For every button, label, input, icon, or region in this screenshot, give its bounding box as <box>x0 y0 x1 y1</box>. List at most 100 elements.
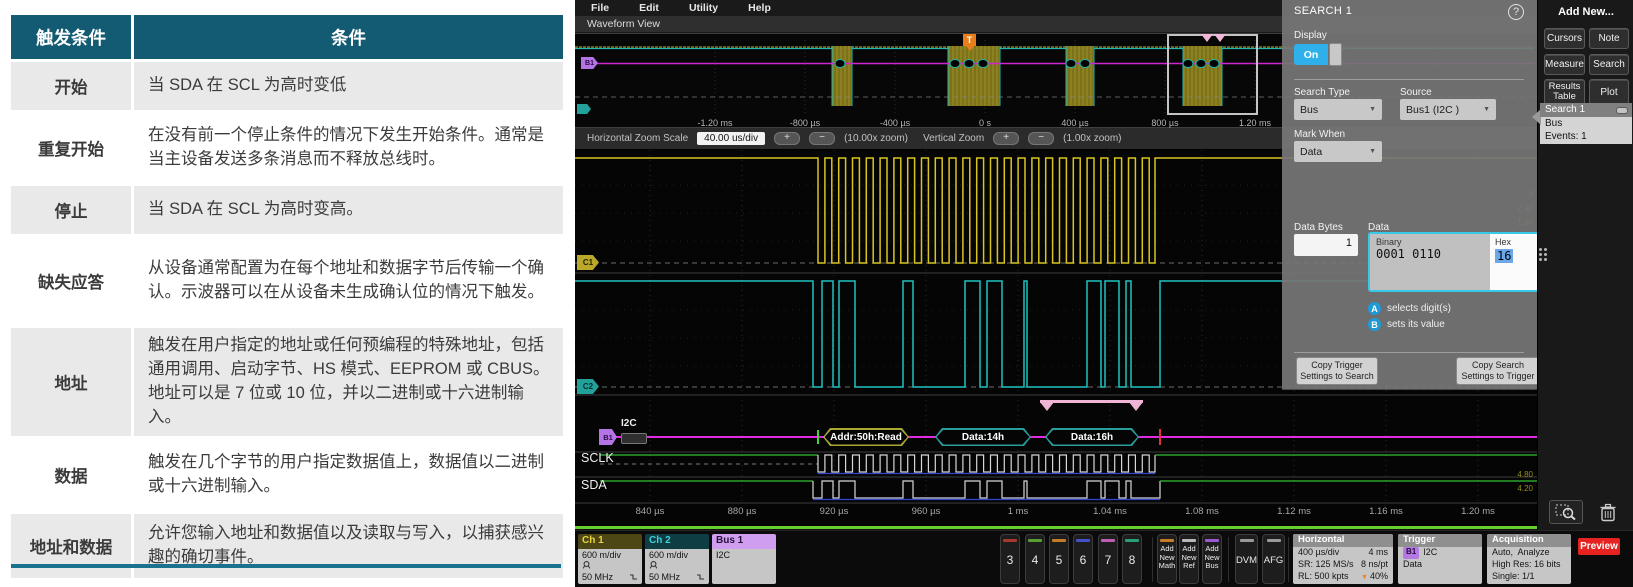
chevron-down-icon: ▼ <box>1369 148 1376 155</box>
search-mark-icon <box>1214 34 1226 42</box>
delete-button[interactable] <box>1594 500 1622 524</box>
time-axis-label: 1.16 ms <box>1369 506 1403 517</box>
add-new-ref-button[interactable]: Add New Ref <box>1179 534 1199 584</box>
v-zoom-plus-button[interactable]: + <box>993 132 1019 145</box>
add-new-math-button[interactable]: Add New Math <box>1157 534 1177 584</box>
search-type-dropdown[interactable]: Bus▼ <box>1294 99 1382 120</box>
channel4-button[interactable]: 4 <box>1025 534 1045 584</box>
dvm-button[interactable]: DVM <box>1235 534 1258 584</box>
search1-item-events: Events: 1 <box>1545 131 1627 144</box>
sda-label: SDA <box>581 478 607 492</box>
h-zoom-factor-text: (10.00x zoom) <box>844 133 908 144</box>
zoom-mode-button[interactable] <box>1549 500 1583 524</box>
hex-value-selected[interactable]: 16 <box>1495 249 1513 263</box>
add-plot-button[interactable]: Plot <box>1589 79 1629 105</box>
channel1-card-header: Ch 1 <box>578 534 642 549</box>
bus-type-label: I2C <box>621 418 637 429</box>
channel7-button[interactable]: 7 <box>1098 534 1118 584</box>
table-header-row: 触发条件 条件 <box>11 15 563 59</box>
bus1-card[interactable]: Bus 1 I2C <box>712 534 776 584</box>
trigger-settings-panel[interactable]: Trigger B1I2C Data <box>1398 534 1482 584</box>
display-label: Display <box>1294 30 1327 41</box>
add-note-button[interactable]: Note <box>1589 28 1629 49</box>
divider <box>1152 537 1153 582</box>
h-zoom-minus-button[interactable]: − <box>809 132 835 145</box>
channel2-card[interactable]: Ch 2 600 m/div 50 MHz <box>645 534 709 584</box>
overview-time-label: 1.20 ms <box>1239 118 1271 128</box>
oscilloscope-app: File Edit Utility Help Waveform View B1 … <box>575 0 1633 587</box>
data-bytes-label: Data Bytes <box>1294 222 1343 233</box>
horizontal-settings-panel[interactable]: Horizontal 400 µs/div4 ms SR: 125 MS/s8 … <box>1293 534 1393 584</box>
overview-time-label: -400 µs <box>880 118 910 128</box>
row-condition-name: 停止 <box>11 186 131 234</box>
channel6-button[interactable]: 6 <box>1073 534 1093 584</box>
copy-search-to-trigger-button[interactable]: Copy Search Settings to Trigger <box>1456 357 1540 385</box>
search-type-label: Search Type <box>1294 87 1350 98</box>
hex-section[interactable]: Hex 16 <box>1490 234 1538 290</box>
time-axis-label: 840 µs <box>636 506 665 517</box>
chevron-down-icon: ▼ <box>1483 106 1490 113</box>
channel2-bandwidth: 50 MHz <box>649 572 680 583</box>
zoom-window-box[interactable] <box>1167 34 1258 115</box>
search1-item-header: Search 1 <box>1540 103 1632 117</box>
channel5-button[interactable]: 5 <box>1049 534 1069 584</box>
afg-button[interactable]: AFG <box>1262 534 1285 584</box>
search1-list-item[interactable]: Search 1 Bus Events: 1 <box>1540 103 1632 144</box>
add-search-button[interactable]: Search <box>1589 54 1629 75</box>
menu-edit[interactable]: Edit <box>639 2 659 14</box>
channel3-button[interactable]: 3 <box>1000 534 1020 584</box>
panel-grip-icon[interactable] <box>1539 248 1547 261</box>
help-icon[interactable]: ? <box>1508 4 1524 20</box>
time-axis-label: 1.12 ms <box>1277 506 1311 517</box>
vertical-zoom-label: Vertical Zoom <box>923 133 984 144</box>
time-axis-label: 1.20 ms <box>1461 506 1495 517</box>
table-row: 缺失应答 从设备通常配置为在每个地址和数据字节后传输一个确认。示波器可以在从设备… <box>11 237 563 325</box>
table-row: 数据 触发在几个字节的用户指定数据值上，数据值以二进制或十六进制输入。 <box>11 439 563 511</box>
trash-icon <box>1599 503 1617 522</box>
table-row: 重复开始 在没有前一个停止条件的情况下发生开始条件。通常是当主设备发送多条消息而… <box>11 113 563 183</box>
hex-label: Hex <box>1495 237 1533 247</box>
search1-config-panel: SEARCH 1 ? Display On Search Type Bus▼ S… <box>1282 0 1538 390</box>
knob-b-icon: B <box>1368 318 1381 331</box>
acquisition-settings-panel[interactable]: Acquisition Auto, Analyze High Res: 16 b… <box>1487 534 1571 584</box>
h-zoom-plus-button[interactable]: + <box>774 132 800 145</box>
horizontal-panel-title: Horizontal <box>1293 534 1393 547</box>
overview-time-label: -1.20 ms <box>697 118 732 128</box>
header-condition: 条件 <box>134 15 563 59</box>
source-dropdown[interactable]: Bus1 (I2C )▼ <box>1400 99 1496 120</box>
copy-trigger-to-search-button[interactable]: Copy Trigger Settings to Search <box>1296 357 1378 385</box>
channel1-bandwidth: 50 MHz <box>582 572 613 583</box>
data-bytes-input[interactable]: 1 <box>1294 234 1358 256</box>
add-new-bus-button[interactable]: Add New Bus <box>1202 534 1222 584</box>
channel8-button[interactable]: 8 <box>1122 534 1142 584</box>
add-measure-button[interactable]: Measure <box>1544 54 1585 75</box>
mark-when-dropdown[interactable]: Data▼ <box>1294 141 1382 162</box>
bus-decode-data-box: Data:16h <box>1045 428 1139 446</box>
menu-file[interactable]: File <box>591 2 609 14</box>
row-condition-desc: 允许您输入地址和数据值以及读取与写入，以捕获感兴趣的确切事件。 <box>134 514 563 578</box>
channel1-card[interactable]: Ch 1 600 m/div 50 MHz <box>578 534 642 584</box>
trigger-marker-icon[interactable]: T <box>963 34 976 46</box>
v-zoom-minus-button[interactable]: − <box>1028 132 1054 145</box>
overview-time-label: 0 s <box>979 118 991 128</box>
overview-time-label: 400 µs <box>1061 118 1088 128</box>
zoom-scale-input[interactable]: 40.00 us/div <box>697 132 765 145</box>
item-toggle-icon[interactable] <box>1616 107 1628 114</box>
channel2-card-header: Ch 2 <box>645 534 709 549</box>
menu-utility[interactable]: Utility <box>689 2 718 14</box>
add-results-table-button[interactable]: Results Table <box>1544 79 1585 105</box>
trigger-conditions-table-pane: 触发条件 条件 开始 当 SDA 在 SCL 为高时变低 重复开始 在没有前一个… <box>0 0 575 587</box>
table-row: 停止 当 SDA 在 SCL 为高时变高。 <box>11 186 563 234</box>
menu-help[interactable]: Help <box>748 2 771 14</box>
data-value-editor[interactable]: Binary 0001 0110 Hex 16 <box>1368 232 1540 292</box>
add-cursors-button[interactable]: Cursors <box>1544 28 1585 49</box>
toggle-on-state: On <box>1294 44 1328 65</box>
tab-waveform-view[interactable]: Waveform View <box>575 18 660 30</box>
time-axis-label: 1.04 ms <box>1093 506 1127 517</box>
row-condition-name: 地址 <box>11 328 131 436</box>
bandwidth-icon <box>629 573 638 581</box>
preview-button[interactable]: Preview <box>1578 538 1620 555</box>
knob-b-hint: B sets its value <box>1368 318 1445 331</box>
display-toggle[interactable]: On <box>1294 44 1342 66</box>
divider <box>1294 352 1524 353</box>
